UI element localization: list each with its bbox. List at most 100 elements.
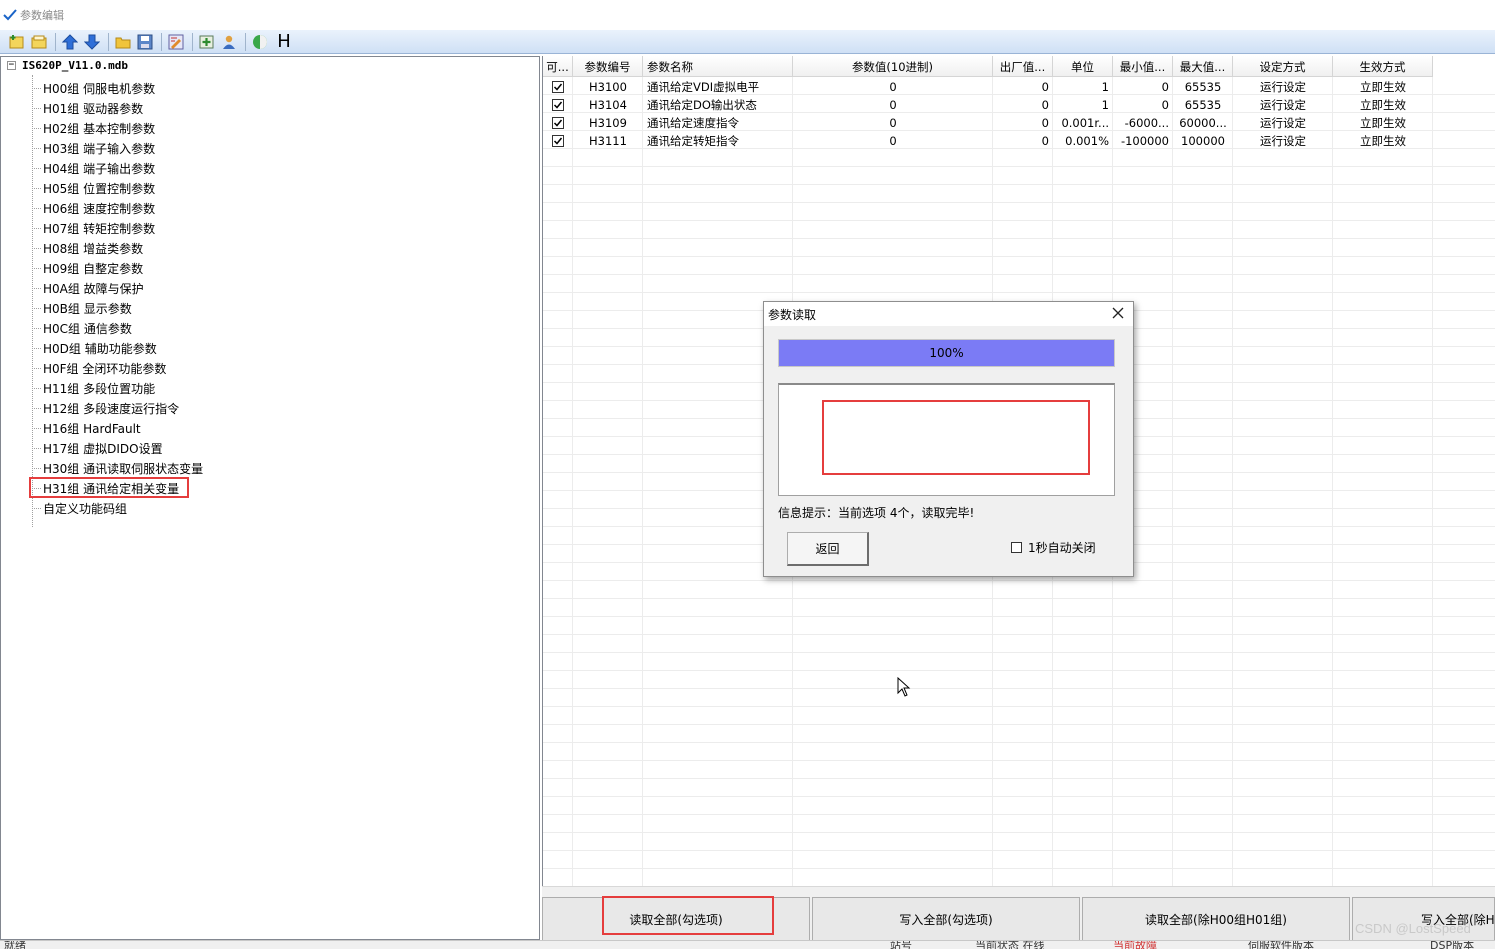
tree-item[interactable]: H03组 端子输入参数 — [32, 138, 155, 158]
table-row[interactable]: H3109 通讯给定速度指令 0 0 0.001r... -6000... 60000...… — [543, 114, 1433, 132]
tree-item[interactable]: H05组 位置控制参数 — [32, 178, 155, 198]
new-folder-icon[interactable] — [30, 33, 48, 51]
person-icon[interactable] — [220, 33, 238, 51]
row-checkbox-cell[interactable] — [543, 78, 573, 96]
tree-item[interactable]: H11组 多段位置功能 — [32, 378, 155, 398]
close-icon[interactable] — [1111, 306, 1125, 320]
cell-code[interactable]: H3111 — [573, 132, 643, 150]
cell-name[interactable]: 通讯给定DO输出状态 — [643, 96, 793, 114]
cell-unit[interactable]: 1 — [1053, 78, 1113, 96]
tree-item[interactable]: H08组 增益类参数 — [32, 238, 143, 258]
tree-item[interactable]: H07组 转矩控制参数 — [32, 218, 155, 238]
cell-value[interactable]: 0 — [793, 132, 993, 150]
tree-item[interactable]: H06组 速度控制参数 — [32, 198, 155, 218]
tree-root[interactable]: − IS620P_V11.0.mdb — [7, 59, 128, 72]
column-header[interactable]: 可... — [543, 56, 573, 77]
cell-code[interactable]: H3109 — [573, 114, 643, 132]
cell-name[interactable]: 通讯给定VDI虚拟电平 — [643, 78, 793, 96]
tree-item[interactable]: 自定义功能码组 — [32, 498, 127, 518]
collapse-icon[interactable]: − — [7, 61, 16, 70]
table-row[interactable]: H3104 通讯给定DO输出状态 0 0 1 0 65535 运行设定 立即生效 — [543, 96, 1433, 114]
column-header[interactable]: 参数编号 — [573, 56, 643, 77]
tree-item[interactable]: H0D组 辅助功能参数 — [32, 338, 157, 358]
column-header[interactable]: 参数名称 — [643, 56, 793, 77]
column-header[interactable]: 出厂值... — [993, 56, 1053, 77]
table-row[interactable]: H3100 通讯给定VDI虚拟电平 0 0 1 0 65535 运行设定 立即生效 — [543, 78, 1433, 96]
cell-default[interactable]: 0 — [993, 132, 1053, 150]
cell-max[interactable]: 65535 — [1173, 78, 1233, 96]
half-circle-icon[interactable] — [251, 33, 269, 51]
cell-name[interactable]: 通讯给定转矩指令 — [643, 132, 793, 150]
arrow-up-icon[interactable] — [61, 33, 79, 51]
cell-value[interactable]: 0 — [793, 96, 993, 114]
tree-item[interactable]: H30组 通讯读取伺服状态变量 — [32, 458, 203, 478]
cell-default[interactable]: 0 — [993, 78, 1053, 96]
row-checkbox-cell[interactable] — [543, 114, 573, 132]
cell-default[interactable]: 0 — [993, 114, 1053, 132]
add-icon[interactable] — [198, 33, 216, 51]
cell-min[interactable]: -6000... — [1113, 114, 1173, 132]
tree-item[interactable]: H0C组 通信参数 — [32, 318, 132, 338]
tree-item[interactable]: H02组 基本控制参数 — [32, 118, 155, 138]
write-all-except-button[interactable]: 写入全部(除H0 — [1352, 897, 1495, 941]
cell-set-mode[interactable]: 运行设定 — [1233, 96, 1333, 114]
cell-set-mode[interactable]: 运行设定 — [1233, 114, 1333, 132]
column-header[interactable]: 最小值... — [1113, 56, 1173, 77]
cell-effect[interactable]: 立即生效 — [1333, 96, 1433, 114]
cell-code[interactable]: H3100 — [573, 78, 643, 96]
tree-item[interactable]: H00组 伺服电机参数 — [32, 78, 155, 98]
tree-item[interactable]: H01组 驱动器参数 — [32, 98, 143, 118]
cell-set-mode[interactable]: 运行设定 — [1233, 78, 1333, 96]
cell-code[interactable]: H3104 — [573, 96, 643, 114]
column-header[interactable]: 设定方式 — [1233, 56, 1333, 77]
tree-item[interactable]: H0B组 显示参数 — [32, 298, 132, 318]
cell-max[interactable]: 100000 — [1173, 132, 1233, 150]
cell-min[interactable]: 0 — [1113, 96, 1173, 114]
column-header[interactable]: 生效方式 — [1333, 56, 1433, 77]
cell-effect[interactable]: 立即生效 — [1333, 114, 1433, 132]
row-checkbox-cell[interactable] — [543, 132, 573, 150]
cell-name[interactable]: 通讯给定速度指令 — [643, 114, 793, 132]
parameter-group-tree[interactable]: − IS620P_V11.0.mdb H00组 伺服电机参数 H01组 驱动器参数… — [0, 56, 540, 940]
auto-close-checkbox[interactable]: 1秒自动关闭 — [1011, 539, 1096, 556]
arrow-down-icon[interactable] — [83, 33, 101, 51]
table-row[interactable]: H3111 通讯给定转矩指令 0 0 0.001% -100000 100000 运行设定 立即… — [543, 132, 1433, 150]
cell-set-mode[interactable]: 运行设定 — [1233, 132, 1333, 150]
back-button[interactable]: 返回 — [787, 532, 869, 566]
auto-close-checkbox-box[interactable] — [1011, 542, 1022, 553]
tree-item[interactable]: H17组 虚拟DIDO设置 — [32, 438, 163, 458]
row-checkbox[interactable] — [552, 135, 564, 147]
tree-item[interactable]: H0A组 故障与保护 — [32, 278, 144, 298]
write-all-checked-button[interactable]: 写入全部(勾选项) — [812, 897, 1080, 941]
read-all-except-button[interactable]: 读取全部(除H00组H01组) — [1082, 897, 1350, 941]
column-header[interactable]: 参数值(10进制) — [793, 56, 993, 77]
cell-value[interactable]: 0 — [793, 78, 993, 96]
cell-max[interactable]: 65535 — [1173, 96, 1233, 114]
tree-item[interactable]: H0F组 全闭环功能参数 — [32, 358, 166, 378]
cell-value[interactable]: 0 — [793, 114, 993, 132]
h-button[interactable]: H — [275, 31, 293, 52]
cell-max[interactable]: 60000... — [1173, 114, 1233, 132]
open-folder-icon[interactable] — [114, 33, 132, 51]
cell-effect[interactable]: 立即生效 — [1333, 132, 1433, 150]
cell-unit[interactable]: 1 — [1053, 96, 1113, 114]
row-checkbox[interactable] — [552, 99, 564, 111]
cell-unit[interactable]: 0.001r... — [1053, 114, 1113, 132]
tree-item[interactable]: H04组 端子输出参数 — [32, 158, 155, 178]
cell-unit[interactable]: 0.001% — [1053, 132, 1113, 150]
tree-item[interactable]: H16组 HardFault — [32, 418, 141, 438]
edit-icon[interactable] — [167, 33, 185, 51]
cell-default[interactable]: 0 — [993, 96, 1053, 114]
column-header[interactable]: 最大值... — [1173, 56, 1233, 77]
row-checkbox[interactable] — [552, 81, 564, 93]
column-header[interactable]: 单位 — [1053, 56, 1113, 77]
row-checkbox-cell[interactable] — [543, 96, 573, 114]
cell-min[interactable]: -100000 — [1113, 132, 1173, 150]
cell-min[interactable]: 0 — [1113, 78, 1173, 96]
new-icon[interactable] — [8, 33, 26, 51]
save-icon[interactable] — [136, 33, 154, 51]
tree-item[interactable]: H09组 自整定参数 — [32, 258, 143, 278]
row-checkbox[interactable] — [552, 117, 564, 129]
tree-item[interactable]: H12组 多段速度运行指令 — [32, 398, 179, 418]
cell-effect[interactable]: 立即生效 — [1333, 78, 1433, 96]
